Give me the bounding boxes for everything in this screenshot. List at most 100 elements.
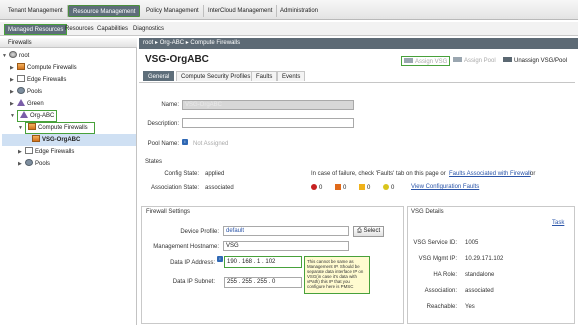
assign-pool-icon	[453, 57, 462, 62]
data-ip-subnet-label: Data IP Subnet:	[172, 279, 215, 285]
major-fault-count: 0	[335, 184, 346, 191]
expand-right-icon[interactable]: ▶	[10, 98, 17, 110]
tree-item-compute-firewalls[interactable]: ▶ Compute Firewalls	[2, 62, 136, 74]
tree-label: VSG-OrgABC	[42, 137, 81, 143]
vsg-mgmt-ip-label: VSG Mgmt IP:	[418, 256, 457, 262]
tab-capabilities[interactable]: Capabilities	[94, 24, 131, 35]
fault-count: 0	[319, 185, 323, 191]
tree-item-org-pools[interactable]: ▶ Pools	[2, 158, 136, 170]
critical-fault-count: 0	[311, 184, 322, 191]
tab-compute-security-profiles[interactable]: Compute Security Profiles	[176, 71, 256, 81]
expand-right-icon[interactable]: ▶	[18, 158, 25, 170]
minor-fault-count: 0	[359, 184, 370, 191]
assign-pool-button[interactable]: Assign Pool	[453, 56, 496, 66]
data-ip-address-label: Data IP Address:	[170, 260, 215, 266]
description-field[interactable]	[182, 118, 354, 128]
breadcrumb-org[interactable]: Org-ABC	[160, 40, 184, 46]
breadcrumb: root ▸ Org-ABC ▸ Compute Firewalls	[139, 38, 578, 49]
tree-label: Pools	[27, 89, 43, 95]
expand-right-icon[interactable]: ▶	[18, 146, 25, 158]
firewall-icon	[17, 63, 25, 70]
menu-administration[interactable]: Administration	[276, 5, 322, 17]
tree-item-org-edge-firewalls[interactable]: ▶ Edge Firewalls	[2, 146, 136, 158]
pool-icon	[17, 87, 25, 94]
name-field: VSG-OrgABC	[182, 100, 354, 110]
organization-icon	[17, 99, 25, 106]
data-ip-subnet-field[interactable]: 255 . 255 . 255 . 0	[224, 277, 302, 288]
content-panel: root ▸ Org-ABC ▸ Compute Firewalls VSG-O…	[139, 38, 578, 325]
management-hostname-label: Management Hostname:	[153, 244, 219, 250]
device-profile-field[interactable]: default	[223, 226, 349, 236]
vsg-service-id-label: VSG Service ID:	[413, 240, 457, 246]
menu-tenant-management[interactable]: Tenant Management	[4, 5, 68, 17]
tree-item-pools[interactable]: ▶ Pools	[2, 86, 136, 98]
assign-vsg-label: Assign VSG	[415, 59, 448, 65]
vsg-mgmt-ip-value: 10.29.171.102	[465, 256, 504, 262]
select-icon: ⎙	[357, 228, 362, 234]
management-hostname-field[interactable]: VSG	[223, 241, 349, 251]
pool-name-value: Not Assigned	[193, 141, 229, 147]
description-label: Description:	[147, 121, 179, 127]
breadcrumb-root[interactable]: root	[143, 40, 153, 46]
vsg-details-title: VSG Details	[411, 209, 444, 215]
warning-fault-icon	[383, 184, 389, 190]
view-configuration-faults-link[interactable]: View Configuration Faults	[411, 184, 479, 190]
tree-item-org-compute-firewalls[interactable]: ▼ Compute Firewalls	[2, 122, 136, 134]
name-label: Name:	[161, 102, 179, 108]
unassign-icon	[503, 57, 512, 62]
major-fault-icon	[335, 184, 341, 190]
select-label: Select	[363, 228, 381, 234]
data-ip-tooltip: This cannot be same as Management IP. Sh…	[304, 256, 370, 294]
fault-count: 0	[367, 185, 371, 191]
tab-events[interactable]: Events	[277, 71, 306, 81]
pool-info-icon[interactable]: i	[182, 139, 188, 145]
expand-right-icon[interactable]: ▶	[10, 86, 17, 98]
data-ip-address-field[interactable]: 190 . 168 . 1 . 102	[224, 256, 302, 268]
expand-down-icon[interactable]: ▼	[10, 110, 17, 122]
tab-general[interactable]: General	[143, 71, 175, 81]
menu-resource-management[interactable]: Resource Management	[68, 5, 141, 17]
tree-item-vsg-orgabc[interactable]: VSG-OrgABC	[2, 134, 136, 146]
tab-diagnostics[interactable]: Diagnostics	[130, 24, 167, 35]
data-ip-info-icon[interactable]: i	[217, 256, 223, 262]
expand-down-icon[interactable]: ▼	[18, 122, 25, 134]
faults-associated-link[interactable]: Faults Associated with Firewall	[449, 171, 531, 177]
minor-fault-icon	[359, 184, 365, 190]
tree-label: Edge Firewalls	[27, 77, 67, 83]
tree-item-green[interactable]: ▶ Green	[2, 98, 136, 110]
tree-label: Compute Firewalls	[27, 65, 77, 71]
task-link[interactable]: Task	[552, 220, 564, 226]
org-abc-highlight: Org-ABC	[17, 110, 58, 122]
association-label: Association:	[424, 288, 457, 294]
association-state-value: associated	[205, 185, 234, 191]
expand-right-icon[interactable]: ▶	[10, 62, 17, 74]
firewall-icon	[28, 123, 36, 130]
menu-intercloud-management[interactable]: InterCloud Management	[204, 5, 278, 17]
tree-item-edge-firewalls[interactable]: ▶ Edge Firewalls	[2, 74, 136, 86]
expand-right-icon[interactable]: ▶	[10, 74, 17, 86]
page-title: VSG-OrgABC	[145, 54, 209, 65]
assign-vsg-icon	[404, 58, 413, 63]
firewalls-header-label: Firewalls	[8, 40, 32, 46]
pool-name-label: Pool Name:	[147, 141, 179, 147]
assign-vsg-button[interactable]: Assign VSG	[401, 56, 451, 66]
select-button[interactable]: ⎙ Select	[353, 226, 385, 237]
menu-policy-management[interactable]: Policy Management	[142, 5, 204, 17]
tree-label: Org-ABC	[30, 113, 55, 119]
tree-item-org-abc[interactable]: ▼ Org-ABC	[2, 110, 136, 122]
tree-item-root[interactable]: ▼ root	[2, 50, 136, 62]
firewall-tree: ▼ root ▶ Compute Firewalls ▶ Edge Firewalls…	[2, 50, 136, 170]
ha-role-label: HA Role:	[433, 272, 457, 278]
association-state-label: Association State:	[150, 185, 199, 191]
tab-divider	[139, 82, 575, 83]
breadcrumb-compute-firewalls[interactable]: Compute Firewalls	[190, 40, 240, 46]
ha-role-value: standalone	[465, 272, 495, 278]
expand-down-icon[interactable]: ▼	[2, 50, 9, 62]
tab-managed-resources[interactable]: Managed Resources	[4, 24, 68, 35]
fault-count: 0	[391, 185, 395, 191]
tree-label: root	[19, 53, 30, 59]
tab-faults[interactable]: Faults	[251, 71, 278, 81]
navigation-panel: Firewalls ▼ root ▶ Compute Firewalls ▶ Edge…	[0, 38, 137, 325]
tab-resources[interactable]: Resources	[62, 24, 97, 35]
unassign-button[interactable]: Unassign VSG/Pool	[503, 56, 567, 66]
